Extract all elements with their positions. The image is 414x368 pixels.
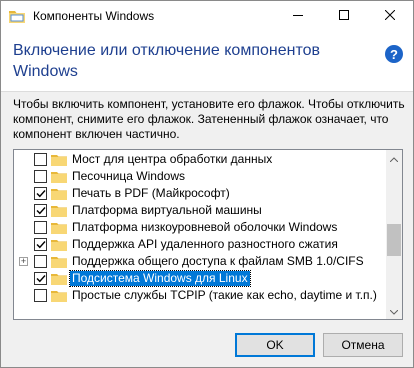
feature-row[interactable]: Простые службы TCPIP (такие как echo, da…: [14, 287, 386, 304]
instructions-text: Чтобы включить компонент, установите его…: [13, 97, 405, 141]
feature-checkbox[interactable]: [34, 153, 47, 166]
feature-row[interactable]: Подсистема Windows для Linux: [14, 270, 386, 287]
feature-row[interactable]: Поддержка API удаленного разностного сжа…: [14, 236, 386, 253]
feature-row[interactable]: Платформа низкоуровневой оболочки Window…: [14, 219, 386, 236]
feature-checkbox[interactable]: [34, 204, 47, 217]
scroll-up-button[interactable]: [386, 150, 402, 166]
feature-label: Подсистема Windows для Linux: [69, 270, 251, 287]
feature-label: Мост для центра обработки данных: [72, 152, 273, 166]
folder-icon: [51, 290, 67, 302]
folder-icon: [51, 273, 67, 285]
feature-row[interactable]: + Поддержка общего доступа к файлам SMB 1…: [14, 253, 386, 270]
folder-icon: [51, 171, 67, 183]
feature-label: Поддержка API удаленного разностного сжа…: [72, 237, 338, 251]
folder-icon: [51, 205, 67, 217]
maximize-button[interactable]: [321, 1, 367, 31]
feature-checkbox[interactable]: [34, 289, 47, 302]
folder-icon: [51, 154, 67, 166]
folder-icon: [51, 256, 67, 268]
cancel-button[interactable]: Отмена: [323, 333, 403, 357]
chevron-down-icon: [389, 304, 399, 318]
app-icon: [9, 9, 25, 23]
feature-label: Платформа низкоуровневой оболочки Window…: [72, 220, 338, 234]
folder-icon: [51, 239, 67, 251]
feature-checkbox[interactable]: [34, 238, 47, 251]
minimize-icon: [293, 9, 303, 23]
feature-label: Печать в PDF (Майкрософт): [72, 186, 230, 200]
vertical-scrollbar[interactable]: [386, 150, 402, 319]
feature-row[interactable]: Печать в PDF (Майкрософт): [14, 185, 386, 202]
feature-label: Поддержка общего доступа к файлам SMB 1.…: [72, 254, 364, 268]
feature-row[interactable]: Платформа виртуальной машины: [14, 202, 386, 219]
close-icon: [384, 9, 396, 23]
page-title: Включение или отключение компонентов Win…: [13, 42, 320, 80]
feature-checkbox[interactable]: [34, 170, 47, 183]
help-icon[interactable]: ?: [385, 45, 403, 63]
feature-checkbox[interactable]: [34, 187, 47, 200]
features-tree[interactable]: Мост для центра обработки данных Песочниц…: [13, 149, 403, 320]
feature-checkbox[interactable]: [34, 255, 47, 268]
minimize-button[interactable]: [275, 1, 321, 31]
scroll-thumb[interactable]: [387, 224, 401, 256]
close-button[interactable]: [367, 1, 413, 31]
feature-label: Платформа виртуальной машины: [72, 203, 262, 217]
dialog-header: Включение или отключение компонентов Win…: [1, 31, 413, 91]
feature-row[interactable]: Мост для центра обработки данных: [14, 151, 386, 168]
expand-icon[interactable]: +: [19, 257, 28, 266]
feature-checkbox[interactable]: [34, 221, 47, 234]
feature-label: Песочница Windows: [72, 169, 185, 183]
title-bar[interactable]: Компоненты Windows: [1, 1, 413, 31]
header-divider: [1, 91, 413, 92]
folder-icon: [51, 188, 67, 200]
feature-row[interactable]: Песочница Windows: [14, 168, 386, 185]
window-title: Компоненты Windows: [33, 9, 155, 23]
dialog-window: Компоненты Windows Включение или отключе…: [0, 0, 414, 368]
scroll-down-button[interactable]: [386, 303, 402, 319]
feature-checkbox[interactable]: [34, 272, 47, 285]
maximize-icon: [339, 9, 349, 23]
folder-icon: [51, 222, 67, 234]
feature-label: Простые службы TCPIP (такие как echo, da…: [72, 288, 377, 302]
chevron-up-icon: [389, 151, 399, 165]
ok-button[interactable]: OK: [235, 333, 315, 357]
